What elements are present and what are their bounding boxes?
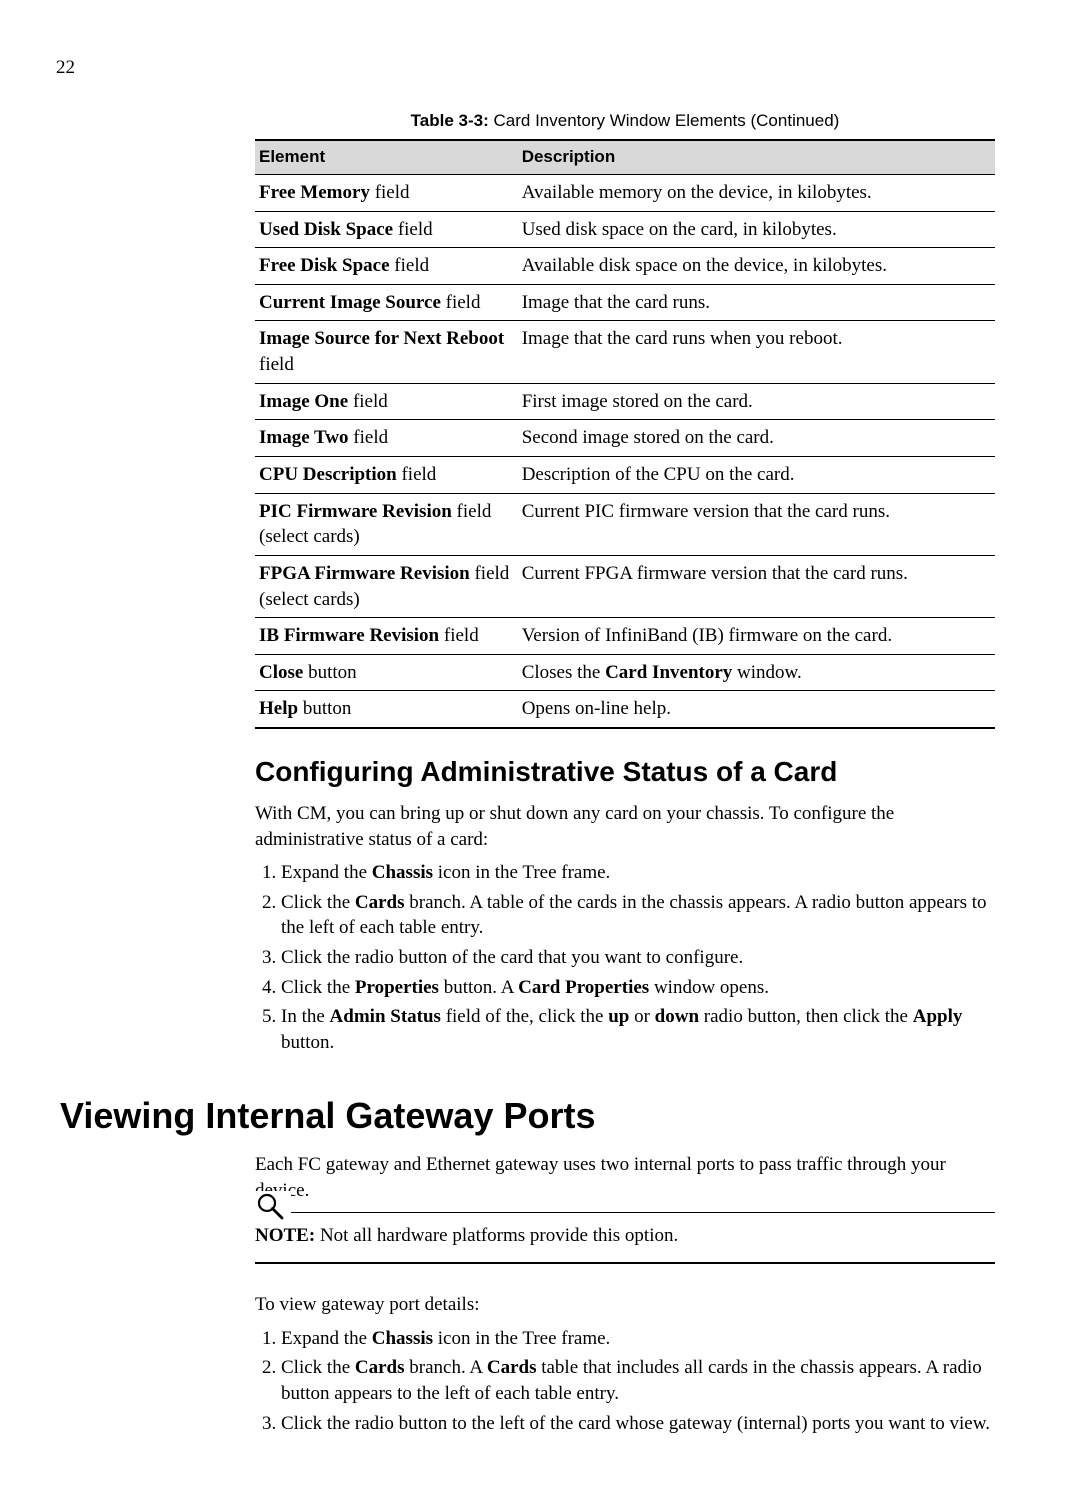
list-item: Click the radio button of the card that … <box>281 945 995 971</box>
section2-steps: Expand the Chassis icon in the Tree fram… <box>255 1326 995 1437</box>
table-caption: Table 3-3: Card Inventory Window Element… <box>255 110 995 133</box>
table-row: Current Image Source fieldImage that the… <box>255 284 995 321</box>
card-inventory-table: Element Description Free Memory fieldAva… <box>255 139 995 729</box>
element-cell: Image Two field <box>255 420 518 457</box>
description-cell: Second image stored on the card. <box>518 420 995 457</box>
element-cell: CPU Description field <box>255 457 518 494</box>
list-item: Click the Properties button. A Card Prop… <box>281 975 995 1001</box>
section1-steps: Expand the Chassis icon in the Tree fram… <box>255 860 995 1055</box>
table-row: FPGA Firmware Revision field (select car… <box>255 555 995 617</box>
table-row: Image One fieldFirst image stored on the… <box>255 383 995 420</box>
list-item: In the Admin Status field of the, click … <box>281 1004 995 1055</box>
element-cell: IB Firmware Revision field <box>255 618 518 655</box>
description-cell: Image that the card runs. <box>518 284 995 321</box>
description-cell: First image stored on the card. <box>518 383 995 420</box>
section-heading-viewing-gateway-ports: Viewing Internal Gateway Ports <box>60 1092 995 1141</box>
table-row: Image Two fieldSecond image stored on th… <box>255 420 995 457</box>
table-row: Free Memory fieldAvailable memory on the… <box>255 174 995 211</box>
list-item: Click the radio button to the left of th… <box>281 1411 995 1437</box>
table-row: Image Source for Next Reboot fieldImage … <box>255 321 995 383</box>
page-number: 22 <box>56 55 75 81</box>
section-heading-configuring: Configuring Administrative Status of a C… <box>255 753 995 791</box>
element-cell: Free Disk Space field <box>255 248 518 285</box>
list-item: Click the Cards branch. A table of the c… <box>281 890 995 941</box>
description-cell: Available memory on the device, in kilob… <box>518 174 995 211</box>
table-caption-label: Table 3-3: <box>411 111 489 130</box>
element-cell: Current Image Source field <box>255 284 518 321</box>
table-row: Close buttonCloses the Card Inventory wi… <box>255 654 995 691</box>
element-cell: Close button <box>255 654 518 691</box>
list-item: Expand the Chassis icon in the Tree fram… <box>281 1326 995 1352</box>
element-cell: Image One field <box>255 383 518 420</box>
element-cell: PIC Firmware Revision field (select card… <box>255 493 518 555</box>
table-row: CPU Description fieldDescription of the … <box>255 457 995 494</box>
note-text: Not all hardware platforms provide this … <box>315 1225 678 1246</box>
description-cell: Description of the CPU on the card. <box>518 457 995 494</box>
page-content: Table 3-3: Card Inventory Window Element… <box>255 55 995 1436</box>
description-cell: Available disk space on the device, in k… <box>518 248 995 285</box>
section2-lead: To view gateway port details: <box>255 1292 995 1318</box>
table-row: Free Disk Space fieldAvailable disk spac… <box>255 248 995 285</box>
description-cell: Used disk space on the card, in kilobyte… <box>518 211 995 248</box>
section2-intro: Each FC gateway and Ethernet gateway use… <box>255 1152 995 1203</box>
table-row: Used Disk Space fieldUsed disk space on … <box>255 211 995 248</box>
magnifier-icon <box>255 1191 291 1221</box>
element-cell: Used Disk Space field <box>255 211 518 248</box>
col-header-element: Element <box>255 140 518 174</box>
list-item: Click the Cards branch. A Cards table th… <box>281 1355 995 1406</box>
col-header-description: Description <box>518 140 995 174</box>
element-cell: Free Memory field <box>255 174 518 211</box>
note-label: NOTE: <box>255 1225 315 1246</box>
list-item: Expand the Chassis icon in the Tree fram… <box>281 860 995 886</box>
element-cell: FPGA Firmware Revision field (select car… <box>255 555 518 617</box>
table-row: PIC Firmware Revision field (select card… <box>255 493 995 555</box>
section1-intro: With CM, you can bring up or shut down a… <box>255 801 995 852</box>
description-cell: Opens on-line help. <box>518 691 995 728</box>
note-block: NOTE: Not all hardware platforms provide… <box>255 1212 995 1265</box>
description-cell: Current PIC firmware version that the ca… <box>518 493 995 555</box>
table-caption-text: Card Inventory Window Elements (Continue… <box>494 111 840 130</box>
description-cell: Current FPGA firmware version that the c… <box>518 555 995 617</box>
element-cell: Help button <box>255 691 518 728</box>
description-cell: Version of InfiniBand (IB) firmware on t… <box>518 618 995 655</box>
element-cell: Image Source for Next Reboot field <box>255 321 518 383</box>
page: 22 Table 3-3: Card Inventory Window Elem… <box>0 0 1080 1502</box>
table-row: IB Firmware Revision fieldVersion of Inf… <box>255 618 995 655</box>
description-cell: Closes the Card Inventory window. <box>518 654 995 691</box>
description-cell: Image that the card runs when you reboot… <box>518 321 995 383</box>
table-row: Help buttonOpens on-line help. <box>255 691 995 728</box>
table-header-row: Element Description <box>255 140 995 174</box>
